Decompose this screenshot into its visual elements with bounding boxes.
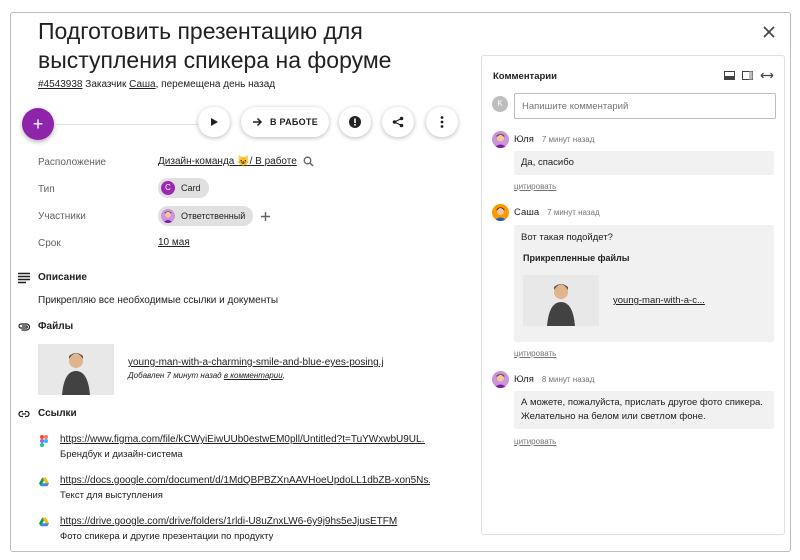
description-title: Описание (38, 272, 87, 283)
close-icon[interactable] (762, 25, 776, 39)
attachment-thumbnail[interactable] (523, 275, 599, 326)
type-label: Тип (38, 184, 55, 195)
comment-author: Юля (514, 134, 534, 145)
avatar (161, 209, 175, 223)
comments-title: Комментарии (493, 71, 557, 82)
deadline-row: 10 мая (158, 237, 190, 248)
type-chip-label: Card (181, 183, 201, 193)
link-description: Текст для выступления (60, 490, 163, 501)
panel-tools (724, 71, 774, 80)
google-drive-icon (39, 477, 49, 487)
comment-time: 8 минут назад (541, 375, 595, 384)
file-thumbnail[interactable] (38, 344, 114, 395)
avatar (492, 204, 509, 221)
avatar (492, 371, 509, 388)
status-button[interactable]: В РАБОТЕ (241, 107, 329, 137)
attachment-link[interactable]: young-man-with-a-c... (613, 294, 705, 308)
comment-time: 7 минут назад (541, 135, 595, 144)
task-id-link[interactable]: #4543938 (38, 79, 83, 90)
file-link[interactable]: young-man-with-a-charming-smile-and-blue… (128, 357, 384, 368)
file-added-info: Добавлен 7 минут назад в комментарии, (128, 371, 285, 380)
attachments-title: Прикрепленные файлы (523, 253, 630, 263)
search-icon[interactable] (303, 156, 314, 167)
comment-author: Юля (514, 374, 534, 385)
more-vertical-icon (440, 116, 444, 128)
quote-link[interactable]: цитировать (514, 437, 556, 446)
file-added-suffix: , (282, 371, 285, 380)
link-description: Фото спикера и другие презентации по про… (60, 531, 274, 542)
task-meta: #4543938 Заказчик Саша, перемещена день … (38, 79, 275, 90)
customer-link[interactable]: Саша (129, 79, 155, 90)
task-title: Подготовить презентацию для выступления … (38, 18, 392, 73)
quote-link[interactable]: цитировать (514, 349, 556, 358)
links-title: Ссылки (38, 408, 77, 419)
avatar (492, 131, 509, 148)
comment-text: А можете, пожалуйста, прислать другое фо… (521, 397, 763, 422)
layout-side-icon[interactable] (742, 71, 753, 80)
file-comment-link[interactable]: в комментарии (224, 371, 283, 380)
status-label: В РАБОТЕ (269, 117, 319, 127)
share-button[interactable] (382, 107, 414, 137)
play-icon (211, 118, 218, 126)
arrow-right-icon (252, 117, 263, 127)
comment-header: Юля 8 минут назад (492, 371, 594, 388)
link-icon (18, 410, 30, 418)
description-text: Прикрепляю все необходимые ссылки и доку… (38, 295, 279, 306)
task-meta-customer-prefix: Заказчик (82, 79, 130, 90)
file-added-prefix: Добавлен 7 минут назад (128, 371, 224, 380)
alert-icon (349, 116, 361, 128)
more-button[interactable] (426, 107, 458, 137)
participants-row: Ответственный (158, 206, 271, 226)
divider (54, 124, 218, 125)
comment-compose: K (492, 93, 776, 119)
comment-text: Вот такая подойдет? (521, 232, 613, 243)
share-icon (392, 116, 404, 128)
google-drive-icon (39, 517, 49, 527)
location-label: Расположение (38, 157, 106, 168)
location-link[interactable]: Дизайн-команда 😺/ В работе (158, 156, 297, 167)
task-meta-suffix: , перемещена день назад (155, 79, 276, 90)
comment-header: Юля 7 минут назад (492, 131, 594, 148)
layout-bottom-icon[interactable] (724, 71, 735, 80)
comment-input[interactable] (514, 93, 776, 119)
participants-label: Участники (38, 211, 86, 222)
figma-icon (40, 435, 48, 447)
quote-link[interactable]: цитировать (514, 182, 556, 191)
play-button[interactable] (198, 107, 230, 137)
type-chip[interactable]: C Card (158, 178, 209, 198)
location-row: Дизайн-команда 😺/ В работе (158, 156, 314, 167)
link-url[interactable]: https://docs.google.com/document/d/1MdQB… (60, 475, 430, 486)
comment-bubble: Вот такая подойдет? Прикрепленные файлы … (514, 225, 774, 342)
comment-time: 7 минут назад (547, 208, 600, 217)
link-description: Брендбук и дизайн-система (60, 449, 183, 460)
deadline-link[interactable]: 10 мая (158, 237, 190, 248)
comment-header: Саша 7 минут назад (492, 204, 600, 221)
comment-bubble: Да, спасибо (514, 151, 774, 175)
comments-panel: Комментарии K Юля 7 минут назад Да, спас… (481, 55, 785, 535)
add-button[interactable]: + (22, 108, 54, 140)
participant-label: Ответственный (181, 211, 246, 221)
task-card: Подготовить презентацию для выступления … (10, 12, 791, 552)
comment-bubble: А можете, пожалуйста, прислать другое фо… (514, 391, 774, 429)
files-title: Файлы (38, 321, 74, 332)
participant-chip[interactable]: Ответственный (158, 206, 254, 226)
type-row: C Card (158, 178, 209, 198)
paperclip-icon (18, 323, 30, 331)
comment-author: Саша (514, 207, 540, 218)
priority-button[interactable] (339, 107, 371, 137)
type-chip-letter: C (161, 181, 175, 195)
add-participant-icon[interactable] (260, 211, 271, 222)
text-align-icon (18, 272, 30, 284)
avatar: K (492, 96, 508, 112)
link-url[interactable]: https://www.figma.com/file/kCWyiEiwUUb0e… (60, 434, 425, 445)
link-url[interactable]: https://drive.google.com/drive/folders/1… (60, 516, 430, 527)
comment-text: Да, спасибо (521, 157, 574, 168)
expand-horizontal-icon[interactable] (760, 71, 774, 80)
deadline-label: Срок (38, 238, 61, 249)
